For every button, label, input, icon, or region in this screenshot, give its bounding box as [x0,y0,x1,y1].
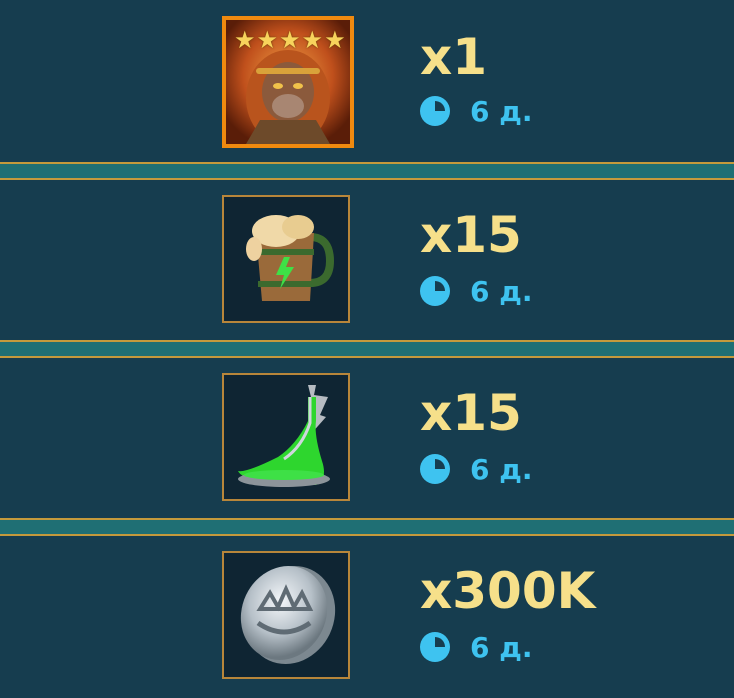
reward-quantity: x1 [420,28,488,86]
star-icon: ★ [301,26,324,54]
reward-timer: 6 д. [420,274,533,308]
reward-row-champion: ★ ★ ★ ★ ★ x1 6 д. [0,0,734,162]
reward-row-brew: x15 6 д. [0,180,734,340]
timer-label: 6 д. [470,94,533,128]
clock-icon [420,96,450,126]
clock-icon [420,632,450,662]
star-icon: ★ [279,26,301,54]
star-icon: ★ [234,26,256,54]
reward-quantity: x300K [420,562,596,620]
silver-coin-icon[interactable] [222,551,350,679]
star-icon: ★ [324,26,346,54]
reward-quantity: x15 [420,206,522,264]
reward-row-silver: x300K 6 д. [0,536,734,698]
timer-label: 6 д. [470,274,533,308]
star-icon: ★ [256,26,279,54]
reward-row-potion: x15 6 д. [0,358,734,518]
reward-timer: 6 д. [420,94,533,128]
row-divider [0,518,734,536]
monkey-king-champion-icon[interactable]: ★ ★ ★ ★ ★ [222,16,354,148]
green-potion-flask-icon[interactable] [222,373,350,501]
row-divider [0,162,734,180]
clock-icon [420,454,450,484]
reward-timer: 6 д. [420,630,533,664]
clock-icon [420,276,450,306]
star-rating: ★ ★ ★ ★ ★ [234,26,346,54]
reward-timer: 6 д. [420,452,533,486]
timer-label: 6 д. [470,630,533,664]
timer-label: 6 д. [470,452,533,486]
reward-quantity: x15 [420,384,522,442]
energy-brew-mug-icon[interactable] [222,195,350,323]
row-divider [0,340,734,358]
